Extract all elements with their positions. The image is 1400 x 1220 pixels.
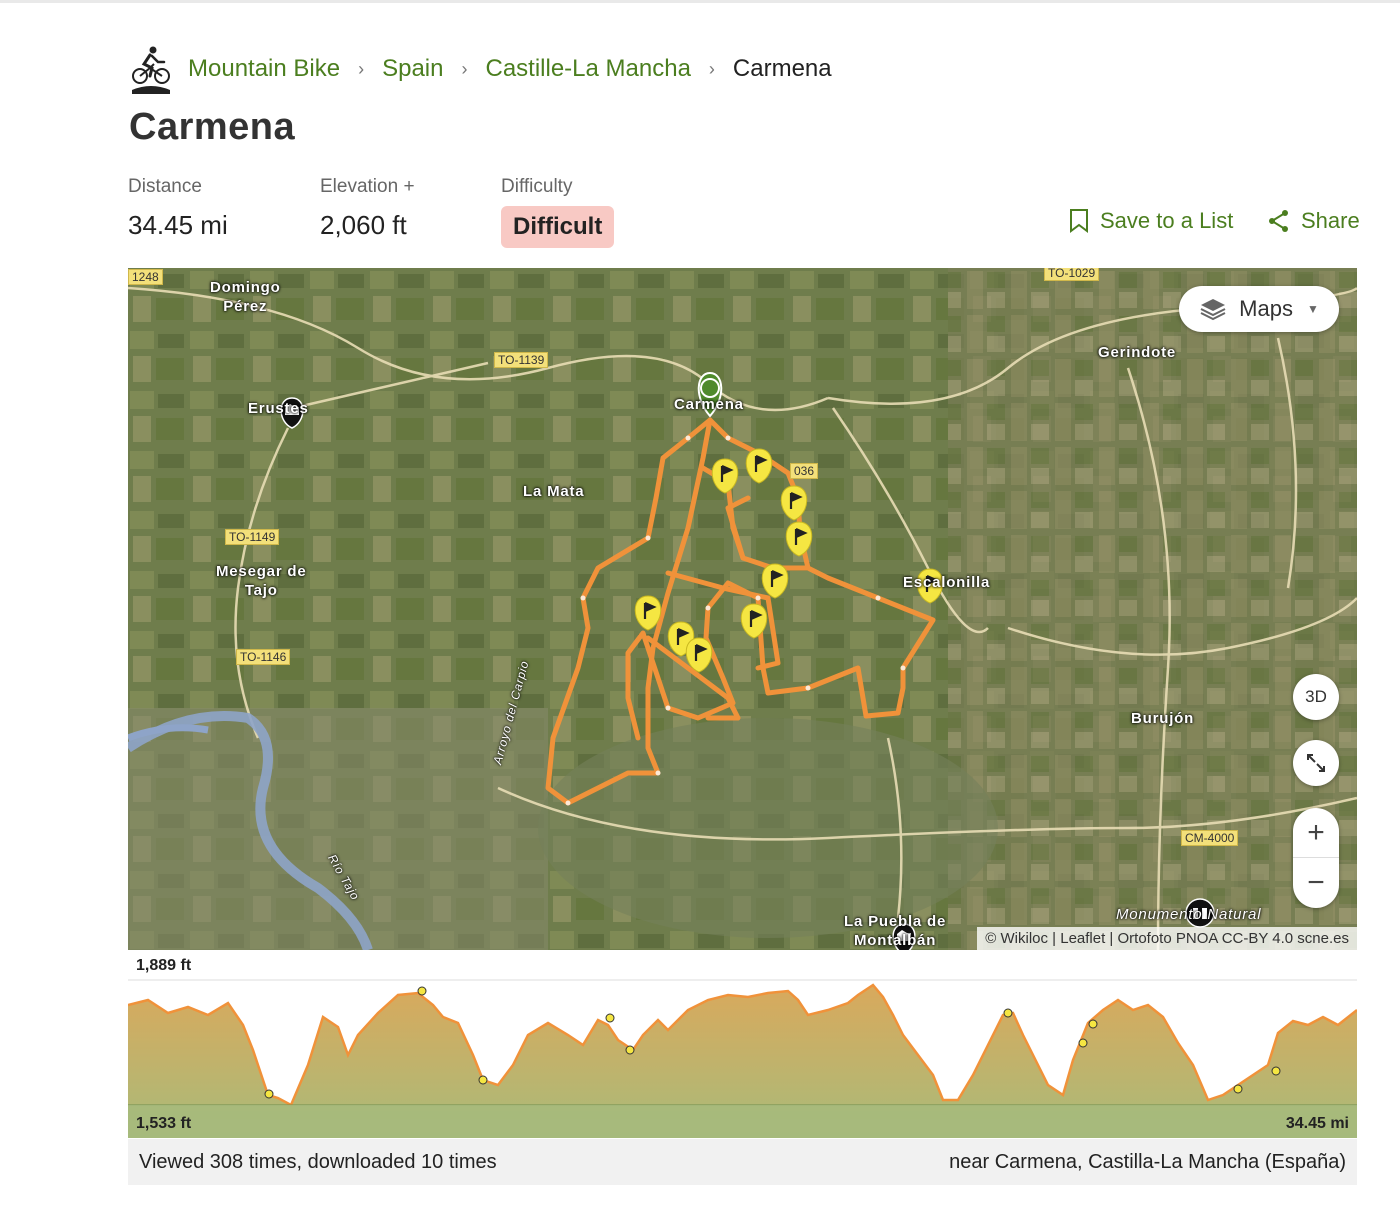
distance-value: 34.45 mi — [128, 210, 228, 240]
trail-footer: Viewed 308 times, downloaded 10 times ne… — [128, 1139, 1357, 1185]
map-canvas — [128, 268, 1357, 950]
chevron-down-icon: ▼ — [1306, 302, 1319, 316]
place-gerindote: Gerindote — [1098, 344, 1177, 361]
breadcrumb-mountain-bike[interactable]: Mountain Bike — [188, 55, 340, 83]
road-1248: 1248 — [128, 269, 163, 285]
save-to-list-button[interactable]: Save to a List — [1068, 208, 1233, 234]
breadcrumb-current: Carmena — [732, 55, 832, 82]
map-fullscreen-button[interactable] — [1293, 740, 1339, 786]
layers-icon — [1200, 299, 1226, 321]
save-label: Save to a List — [1100, 208, 1234, 233]
location-text: near Carmena, Castilla-La Mancha (España… — [949, 1150, 1346, 1173]
map-layer-button[interactable]: Maps ▼ — [1179, 286, 1339, 332]
top-divider — [0, 0, 1400, 3]
share-label: Share — [1301, 208, 1360, 233]
route-map[interactable]: Domingo Pérez Erustes Carmena La Mata Me… — [128, 268, 1357, 950]
chevron-right-icon: › — [461, 58, 468, 79]
map-3d-button[interactable]: 3D — [1293, 674, 1339, 720]
elevation-label: Elevation + — [320, 176, 415, 197]
chevron-right-icon: › — [708, 58, 715, 79]
place-domingo-perez: Domingo Pérez — [210, 279, 281, 315]
road-to-1029: TO-1029 — [1044, 268, 1100, 281]
stat-difficulty: Difficulty Difficult — [501, 176, 615, 248]
zoom-in-button[interactable]: + — [1293, 808, 1339, 858]
place-carmena: Carmena — [674, 396, 744, 413]
stat-distance: Distance 34.45 mi — [128, 176, 228, 241]
cyclist-icon — [132, 46, 170, 94]
difficulty-badge: Difficult — [501, 206, 615, 248]
share-icon — [1269, 210, 1288, 232]
elevation-profile[interactable]: 1,889 ft 1,533 ft 34.45 mi — [128, 955, 1357, 1138]
elevation-chart — [128, 979, 1357, 1138]
bookmark-icon — [1070, 209, 1088, 233]
elevation-min-label: 1,533 ft — [136, 1115, 192, 1132]
road-to-1146: TO-1146 — [236, 649, 291, 665]
breadcrumb-castille[interactable]: Castille-La Mancha — [485, 55, 690, 83]
elevation-max-label: 1,889 ft — [136, 957, 192, 974]
breadcrumb: Mountain Bike › Spain › Castille-La Manc… — [130, 44, 832, 94]
place-mesegar: Mesegar de Tajo — [216, 563, 307, 599]
views-text: Viewed 308 times, downloaded 10 times — [139, 1150, 497, 1173]
place-erustes: Erustes — [248, 400, 309, 417]
road-036: 036 — [790, 463, 819, 479]
stat-elevation: Elevation + 2,060 ft — [320, 176, 415, 241]
difficulty-label: Difficulty — [501, 176, 573, 197]
place-escalonilla: Escalonilla — [903, 574, 991, 591]
road-to-1139: TO-1139 — [494, 352, 549, 368]
zoom-out-button[interactable]: − — [1293, 858, 1339, 908]
place-la-puebla: La Puebla de Montalbán — [844, 913, 947, 949]
distance-label: Distance — [128, 176, 202, 197]
zoom-control: + − — [1293, 808, 1339, 908]
map-layer-label: Maps — [1239, 296, 1293, 321]
map-attribution: © Wikiloc | Leaflet | Ortofoto PNOA CC-B… — [977, 927, 1357, 950]
road-cm-4000: CM-4000 — [1181, 830, 1239, 846]
elevation-distance-label: 34.45 mi — [1285, 1115, 1349, 1132]
road-to-1149: TO-1149 — [225, 529, 280, 545]
page-title: Carmena — [129, 106, 296, 148]
chevron-right-icon: › — [358, 58, 365, 79]
breadcrumb-spain[interactable]: Spain — [382, 55, 443, 83]
place-burujon: Burujón — [1131, 710, 1195, 727]
place-monumento: Monumento Natural — [1116, 906, 1262, 923]
elevation-value: 2,060 ft — [320, 210, 407, 240]
expand-icon — [1307, 754, 1325, 772]
share-button[interactable]: Share — [1267, 208, 1360, 234]
place-la-mata: La Mata — [523, 483, 585, 500]
